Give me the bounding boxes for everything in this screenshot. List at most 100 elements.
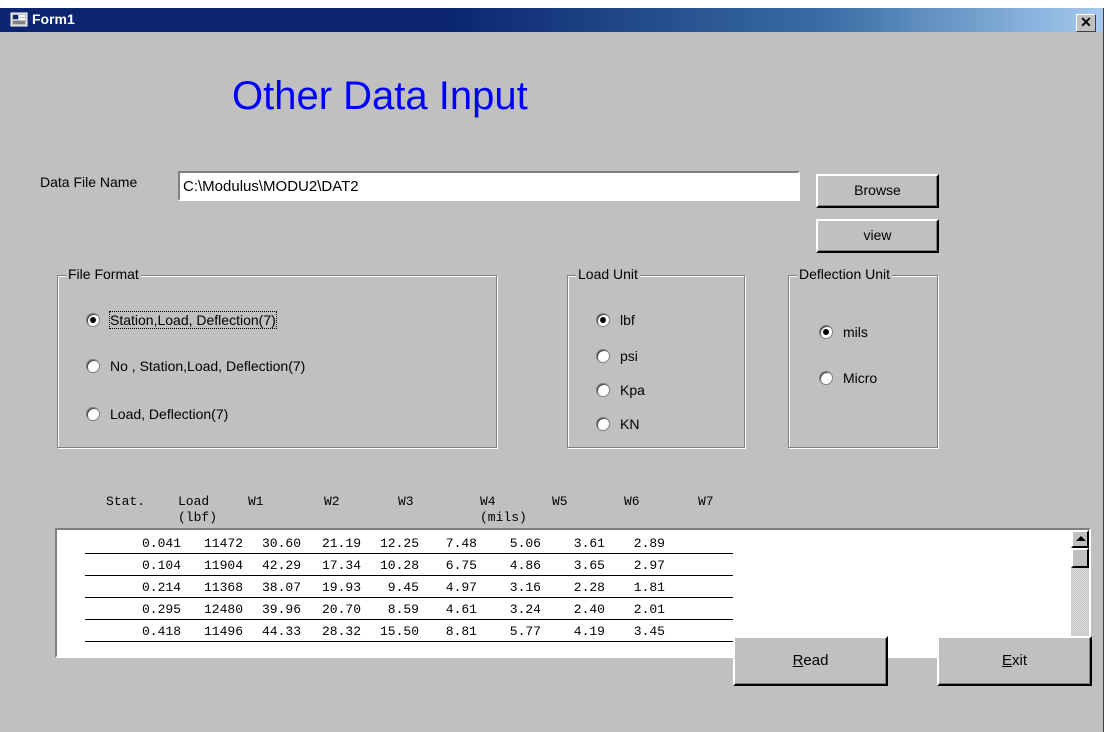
file-format-title: File Format	[66, 266, 141, 282]
exit-label: Exit	[1001, 652, 1027, 669]
form-icon	[10, 12, 28, 27]
close-button[interactable]: ✕	[1076, 14, 1096, 32]
header-stat: Stat.	[106, 494, 146, 509]
load-unit-psi[interactable]: psi	[596, 348, 638, 364]
table-cell: 3.16	[509, 580, 541, 595]
radio-unchecked-icon	[596, 349, 610, 363]
file-format-option-1-label: Station,Load, Deflection(7)	[109, 311, 277, 329]
radio-checked-icon	[819, 325, 833, 339]
table-row[interactable]: 0.295 12480 39.96 20.70 8.59 4.61 3.24 2.40 2.01	[85, 600, 733, 620]
table-cell: 11472	[203, 536, 243, 551]
data-file-label: Data File Name	[40, 174, 138, 190]
table-cell: 0.295	[141, 602, 181, 617]
table-cell: 39.96	[261, 602, 301, 617]
header-w3: W3	[398, 494, 414, 509]
table-cell: 28.32	[321, 624, 361, 639]
title-bar[interactable]: Form1 ✕	[0, 8, 1103, 32]
browse-label: Browse	[854, 182, 901, 198]
table-cell: 0.418	[141, 624, 181, 639]
read-button[interactable]: Read	[733, 636, 888, 686]
table-cell: 12480	[203, 602, 243, 617]
close-icon: ✕	[1080, 14, 1092, 30]
table-cell: 4.97	[445, 580, 477, 595]
table-cell: 11368	[203, 580, 243, 595]
deflection-unit-micro-label: Micro	[843, 370, 878, 386]
load-unit-kpa[interactable]: Kpa	[596, 382, 645, 398]
table-cell: 4.19	[573, 624, 605, 639]
table-cell: 11904	[203, 558, 243, 573]
table-cell: 38.07	[261, 580, 301, 595]
table-cell: 2.89	[633, 536, 665, 551]
radio-unchecked-icon	[86, 359, 100, 373]
radio-checked-icon	[596, 313, 610, 327]
table-cell: 5.06	[509, 536, 541, 551]
browse-button[interactable]: Browse	[816, 174, 939, 208]
header-w1: W1	[248, 494, 264, 509]
window-title: Form1	[32, 11, 75, 27]
table-cell: 3.61	[573, 536, 605, 551]
header-w5: W5	[552, 494, 568, 509]
table-row[interactable]: 0.214 11368 38.07 19.93 9.45 4.97 3.16 2.28 1.81	[85, 578, 733, 598]
data-listbox[interactable]: 0.041 11472 30.60 21.19 12.25 7.48 5.06 3.61 2.8…	[55, 528, 1091, 658]
view-button[interactable]: view	[816, 219, 939, 253]
load-unit-group: Load Unit lbf psi Kpa KN	[567, 266, 745, 448]
file-format-option-3[interactable]: Load, Deflection(7)	[86, 406, 228, 422]
table-cell: 2.28	[573, 580, 605, 595]
view-label: view	[863, 227, 892, 243]
table-cell: 5.77	[509, 624, 541, 639]
table-cell: 3.45	[633, 624, 665, 639]
header-w2: W2	[324, 494, 340, 509]
radio-checked-icon	[86, 313, 100, 327]
header-w6: W6	[624, 494, 640, 509]
data-file-input[interactable]	[180, 173, 798, 199]
deflection-unit-group: Deflection Unit mils Micro	[788, 266, 938, 448]
table-cell: 2.97	[633, 558, 665, 573]
load-unit-kn[interactable]: KN	[596, 416, 639, 432]
table-unit-row: (lbf) (mils)	[106, 510, 746, 528]
table-cell: 15.50	[379, 624, 419, 639]
table-row[interactable]: 0.104 11904 42.29 17.34 10.28 6.75 4.86 3.65 2.9…	[85, 556, 733, 576]
load-unit-title: Load Unit	[576, 266, 640, 282]
scroll-thumb[interactable]	[1071, 548, 1089, 568]
table-row[interactable]: 0.418 11496 44.33 28.32 15.50 8.81 5.77 4.19 3.4…	[85, 622, 733, 642]
exit-button[interactable]: Exit	[937, 636, 1092, 686]
table-cell: 20.70	[321, 602, 361, 617]
load-unit-kpa-label: Kpa	[620, 382, 645, 398]
load-unit-psi-label: psi	[620, 348, 638, 364]
unit-deflection: (mils)	[480, 510, 527, 525]
table-cell: 30.60	[261, 536, 301, 551]
table-cell: 3.65	[573, 558, 605, 573]
deflection-unit-mils[interactable]: mils	[819, 324, 868, 340]
table-cell: 6.75	[445, 558, 477, 573]
header-w7: W7	[698, 494, 714, 509]
table-cell: 11496	[203, 624, 243, 639]
scroll-up-button[interactable]	[1071, 530, 1089, 548]
data-file-field[interactable]	[178, 171, 800, 201]
deflection-unit-title: Deflection Unit	[797, 266, 893, 282]
table-row[interactable]: 0.041 11472 30.60 21.19 12.25 7.48 5.06 3.61 2.8…	[85, 534, 733, 554]
form-window: Form1 ✕ Other Data Input Data File Name …	[0, 8, 1104, 732]
read-label: Read	[792, 652, 829, 669]
arrow-up-icon	[1076, 536, 1086, 541]
deflection-unit-micro[interactable]: Micro	[819, 370, 877, 386]
table-cell: 19.93	[321, 580, 361, 595]
header-load: Load	[178, 494, 210, 509]
table-cell: 3.24	[509, 602, 541, 617]
table-cell: 4.61	[445, 602, 477, 617]
file-format-option-2[interactable]: No , Station,Load, Deflection(7)	[86, 358, 305, 374]
file-format-group: File Format Station,Load, Deflection(7) …	[57, 266, 497, 448]
file-format-option-1[interactable]: Station,Load, Deflection(7)	[86, 311, 277, 329]
table-cell: 17.34	[321, 558, 361, 573]
unit-load: (lbf)	[178, 510, 218, 525]
radio-unchecked-icon	[819, 371, 833, 385]
table-cell: 8.59	[387, 602, 419, 617]
deflection-unit-mils-label: mils	[843, 324, 868, 340]
table-cell: 2.01	[633, 602, 665, 617]
load-unit-lbf[interactable]: lbf	[596, 312, 635, 328]
table-cell: 7.48	[445, 536, 477, 551]
header-w4: W4	[480, 494, 496, 509]
table-cell: 21.19	[321, 536, 361, 551]
table-cell: 4.86	[509, 558, 541, 573]
table-cell: 1.81	[633, 580, 665, 595]
load-unit-lbf-label: lbf	[620, 312, 635, 328]
